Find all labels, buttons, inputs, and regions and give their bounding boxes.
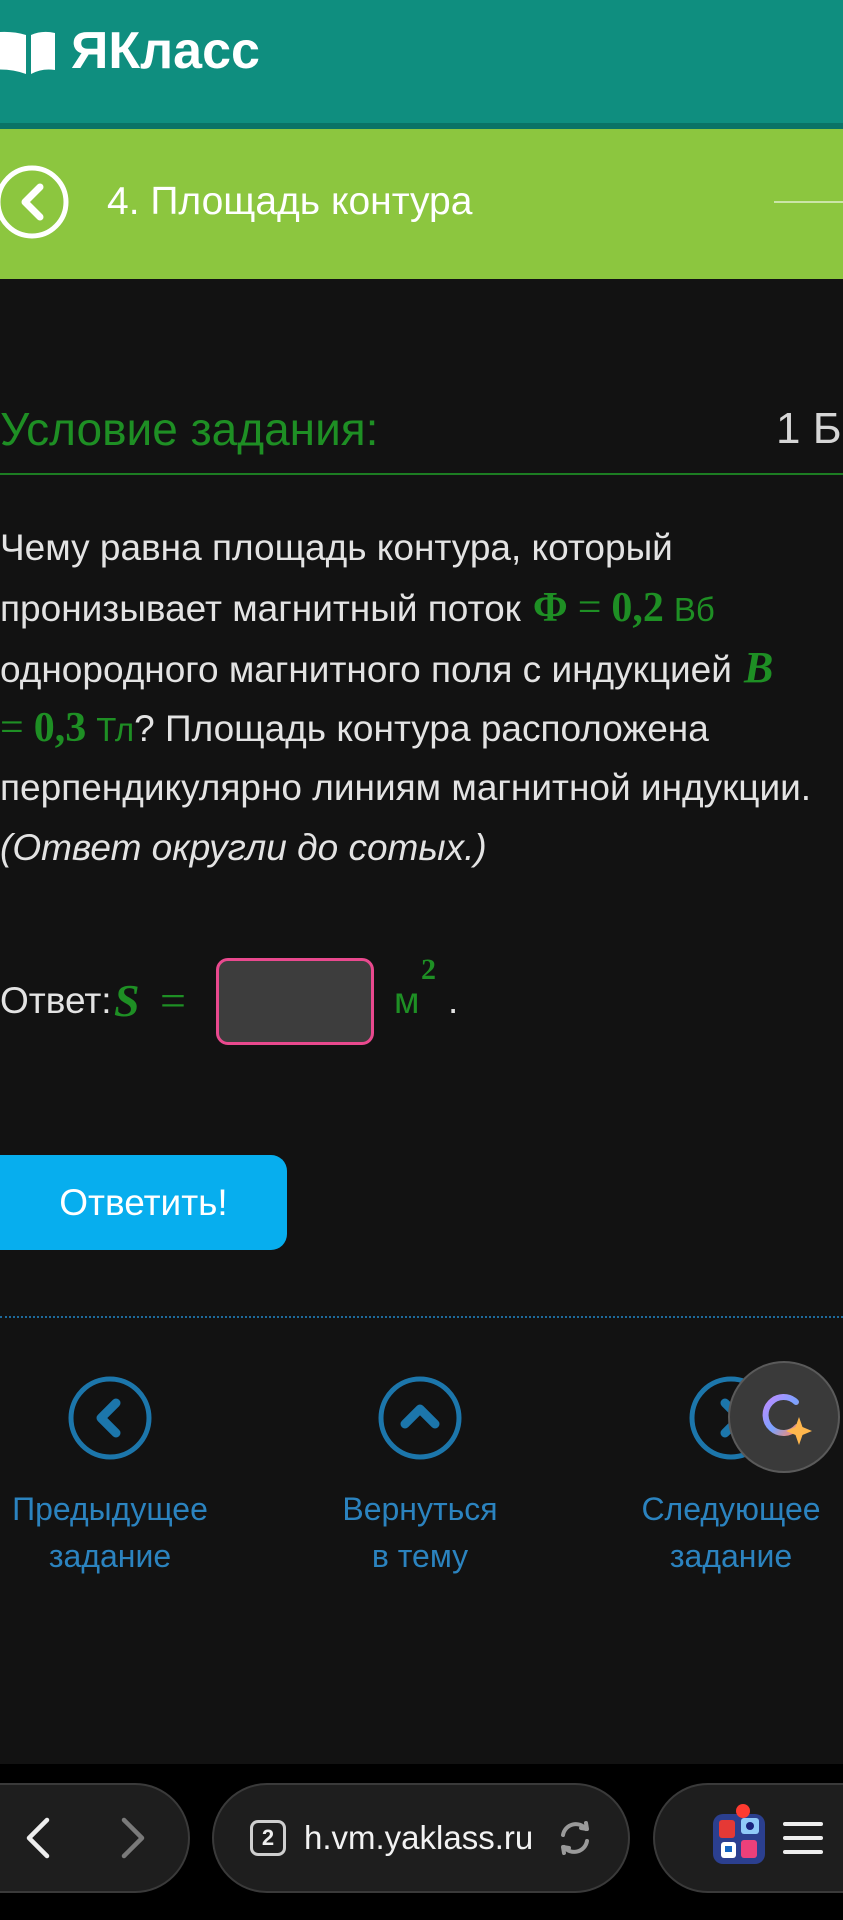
question-hint-text: (Ответ округли до сотых.) bbox=[0, 827, 487, 868]
logo-text: ЯКласс bbox=[71, 22, 260, 80]
flux-unit: Вб bbox=[673, 591, 715, 628]
answer-period: . bbox=[448, 980, 459, 1021]
address-bar[interactable]: 2 h.vm.yaklass.ru bbox=[212, 1783, 630, 1893]
induction-value: 0,3 bbox=[33, 705, 87, 751]
question-line: Чему равна площадь контура, который bbox=[0, 518, 843, 578]
browser-menu-pill bbox=[653, 1783, 843, 1893]
task-heading-divider bbox=[0, 473, 843, 475]
answer-unit: м bbox=[394, 980, 420, 1021]
question-line: перпендикулярно линиям магнитной индукци… bbox=[0, 758, 843, 818]
question-text: Чему равна площадь контура, который прон… bbox=[0, 518, 843, 878]
previous-task-link[interactable]: Предыдущее задание bbox=[0, 1375, 230, 1605]
back-to-topic-label: Вернуться в тему bbox=[300, 1486, 540, 1580]
back-arrow-icon[interactable] bbox=[21, 1816, 57, 1860]
ai-assistant-icon bbox=[762, 1394, 812, 1445]
topic-title: 4. Площадь контура bbox=[107, 180, 473, 223]
chevron-left-circle-icon bbox=[68, 1376, 152, 1460]
flux-symbol: Φ bbox=[532, 585, 568, 631]
question-line-text: ? Площадь контура расположена bbox=[134, 708, 709, 749]
chevron-up-circle-icon bbox=[378, 1376, 462, 1460]
question-hint: (Ответ округли до сотых.) bbox=[0, 818, 843, 878]
flux-equals: = bbox=[577, 585, 602, 631]
flux-value: 0,2 bbox=[611, 585, 664, 631]
browser-nav-pill bbox=[0, 1783, 190, 1893]
book-icon bbox=[0, 31, 55, 74]
question-line-text: Чему равна площадь контура, который bbox=[0, 527, 673, 568]
induction-equals: = bbox=[0, 705, 24, 751]
section-divider bbox=[0, 1316, 843, 1318]
answer-equals: = bbox=[160, 975, 186, 1026]
profile-avatar-icon[interactable] bbox=[711, 1810, 767, 1866]
answer-label: Ответ: bbox=[0, 980, 112, 1021]
previous-task-label: Предыдущее задание bbox=[0, 1486, 230, 1580]
topic-bar-line bbox=[774, 201, 843, 203]
induction-unit: Тл bbox=[96, 711, 135, 748]
url-text: h.vm.yaklass.ru bbox=[304, 1819, 534, 1856]
question-line: пронизывает магнитный поток Φ = 0,2 Вб bbox=[0, 578, 843, 638]
nav-label-line: Предыдущее bbox=[12, 1491, 208, 1527]
answer-unit-power: 2 bbox=[421, 953, 436, 986]
reload-icon[interactable] bbox=[555, 1818, 595, 1858]
answer-input[interactable] bbox=[216, 958, 374, 1045]
next-task-label: Следующее задание bbox=[611, 1486, 843, 1580]
induction-symbol: B bbox=[743, 643, 774, 692]
hamburger-menu-icon[interactable] bbox=[781, 1818, 825, 1858]
question-line-text: однородного магнитного поля с индукцией bbox=[0, 649, 732, 690]
question-line: однородного магнитного поля с индукцией B bbox=[0, 638, 843, 698]
task-heading: Условие задания: bbox=[0, 403, 379, 455]
nav-label-line: Следующее bbox=[641, 1491, 821, 1527]
yaklass-logo[interactable]: ЯКласс bbox=[0, 0, 300, 110]
nav-label-line: задание bbox=[48, 1538, 172, 1574]
submit-answer-button[interactable]: Ответить! bbox=[0, 1155, 287, 1250]
question-line-text: пронизывает магнитный поток bbox=[0, 588, 521, 629]
topic-bar: 4. Площадь контура bbox=[0, 129, 843, 279]
browser-toolbar: 2 h.vm.yaklass.ru bbox=[0, 1764, 843, 1920]
notification-dot bbox=[736, 1804, 750, 1818]
tab-count-button[interactable]: 2 bbox=[250, 1820, 286, 1856]
forward-arrow-icon[interactable] bbox=[114, 1816, 150, 1860]
question-line-text: перпендикулярно линиям магнитной индукци… bbox=[0, 767, 812, 808]
page: ЯКласс 4. Площадь контура Условие задани… bbox=[0, 0, 843, 1920]
nav-label-line: в тему bbox=[371, 1538, 469, 1574]
nav-label-line: задание bbox=[669, 1538, 793, 1574]
site-header: ЯКласс bbox=[0, 0, 843, 123]
back-circle-icon[interactable] bbox=[0, 164, 72, 240]
back-to-topic-link[interactable]: Вернуться в тему bbox=[300, 1375, 540, 1605]
answer-variable: S bbox=[114, 975, 140, 1026]
nav-label-line: Вернуться bbox=[342, 1491, 498, 1527]
question-line: = 0,3 Тл? Площадь контура расположена bbox=[0, 698, 843, 758]
task-points: 1 Б bbox=[776, 404, 842, 453]
ai-assistant-button[interactable] bbox=[728, 1361, 840, 1473]
